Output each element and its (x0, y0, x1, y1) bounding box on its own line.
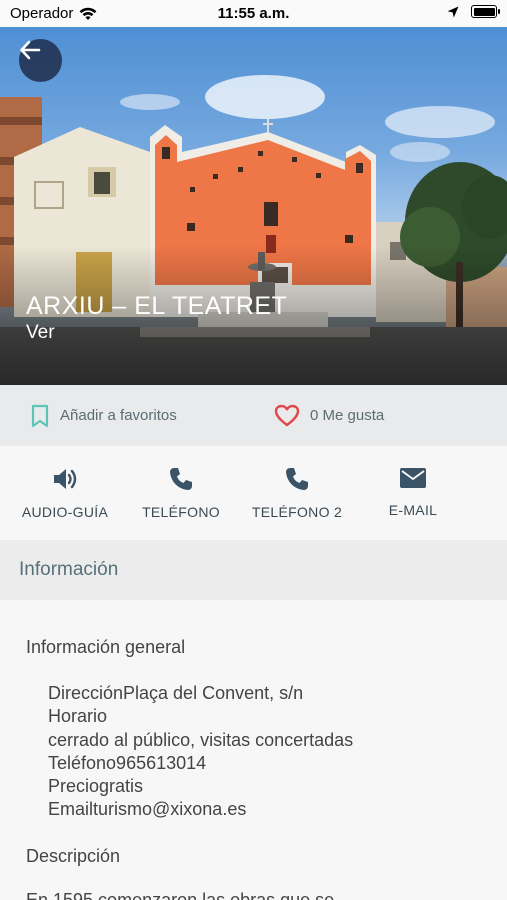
add-favorite-button[interactable]: Añadir a favoritos (30, 385, 177, 446)
phone-2-label: TELÉFONO 2 (251, 504, 343, 520)
phone-icon (170, 468, 192, 490)
audio-guide-button[interactable]: AUDIO-GUÍA (5, 466, 125, 520)
general-info-title: Información general (26, 637, 186, 657)
likes-count: 0 Me gusta (310, 407, 385, 424)
description-title: Descripción (26, 846, 121, 866)
speaker-icon (54, 469, 77, 489)
phone-icon (286, 468, 308, 490)
email-button[interactable]: E-MAIL (353, 466, 473, 518)
info-content: Información general DirecciónPlaça del C… (0, 600, 507, 900)
phone-button[interactable]: TELÉFONO (121, 466, 241, 520)
like-button[interactable]: 0 Me gusta (274, 385, 384, 446)
view-link[interactable]: Ver (26, 322, 55, 344)
status-bar: Operador 11:55 a.m. (0, 0, 507, 27)
battery-icon (471, 5, 500, 18)
mail-icon (400, 468, 426, 488)
add-favorite-label: Añadir a favoritos (60, 407, 177, 424)
phone-label: TELÉFONO (142, 504, 220, 520)
bookmark-icon (31, 404, 49, 427)
arrow-left-icon (20, 40, 41, 60)
actions-bar: AUDIO-GUÍA TELÉFONO TELÉFONO 2 E-MAIL (0, 446, 507, 540)
schedule-label: Horario (48, 706, 108, 726)
status-indicators (447, 5, 500, 18)
audio-guide-label: AUDIO-GUÍA (21, 504, 109, 520)
info-section-header: Información (0, 540, 507, 600)
description-text: En 1595 comenzaron las obras que se (26, 890, 335, 900)
email-label: E-MAIL (388, 502, 438, 518)
phone-2-button[interactable]: TELÉFONO 2 (237, 466, 357, 520)
email-line[interactable]: Emailturismo@xixona.es (48, 799, 246, 820)
back-button[interactable] (19, 39, 62, 82)
schedule-value: cerrado al público, visitas concertadas (48, 730, 354, 750)
price-line: Preciogratis (48, 776, 144, 796)
hero-image: ARXIU – EL TEATRET Ver (0, 27, 507, 385)
address-line: DirecciónPlaça del Convent, s/n (48, 683, 304, 703)
phone-line[interactable]: Teléfono965613014 (48, 753, 206, 774)
place-title: ARXIU – EL TEATRET (26, 292, 288, 320)
info-header-title: Información (19, 559, 119, 580)
heart-icon (274, 404, 300, 427)
favorites-bar: Añadir a favoritos 0 Me gusta (0, 385, 507, 446)
status-time: 11:55 a.m. (217, 5, 290, 22)
location-arrow-icon (447, 6, 459, 17)
